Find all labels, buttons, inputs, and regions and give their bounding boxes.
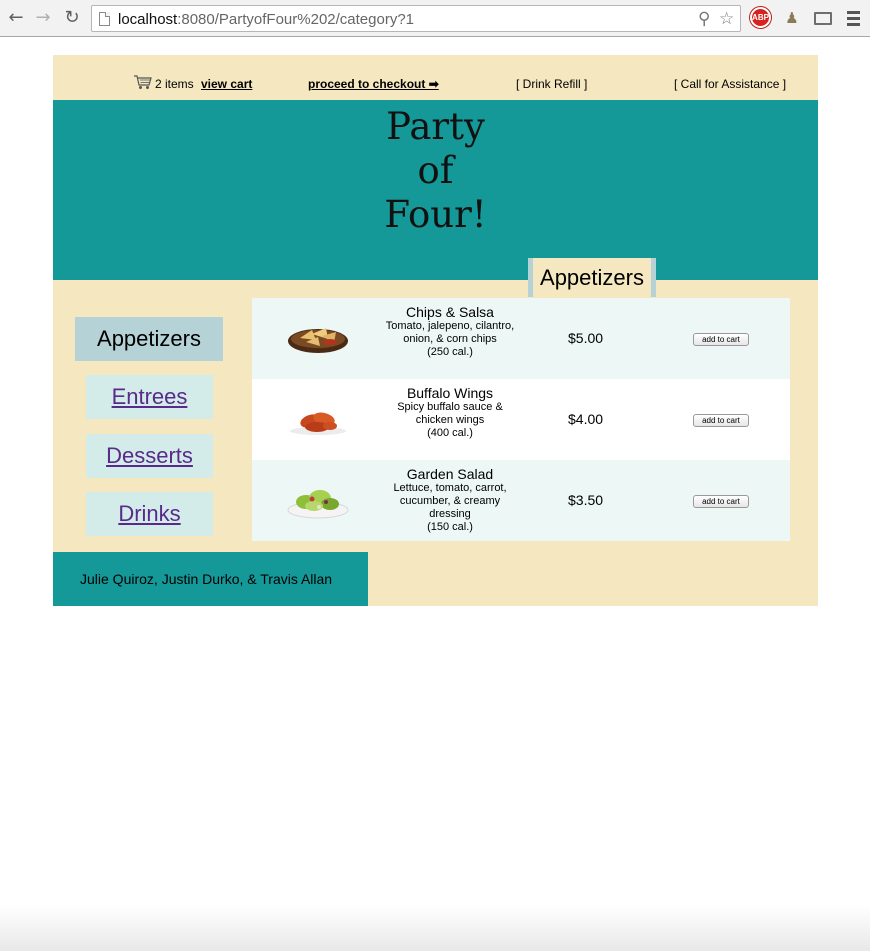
menu-item-calories: (400 cal.)	[427, 427, 473, 439]
menu-item-row: Garden Salad Lettuce, tomato, carrot, cu…	[252, 460, 790, 541]
site-title-line: Four!	[384, 193, 487, 236]
site-title-line: Party	[386, 105, 485, 148]
forward-arrow-icon[interactable]: →	[32, 6, 54, 28]
browser-toolbar: ← → ↻ localhost:8080/PartyofFour%202/cat…	[0, 0, 870, 37]
cast-icon[interactable]	[812, 7, 834, 29]
bookmark-star-icon[interactable]: ☆	[719, 9, 734, 29]
menu-item-calories: (150 cal.)	[427, 521, 473, 533]
menu-item-name: Chips & Salsa	[406, 304, 494, 320]
site-title: Party of Four!	[353, 105, 518, 237]
top-bar: 2 items view cart proceed to checkout ➡ …	[53, 55, 818, 100]
menu-item-description: Garden Salad Lettuce, tomato, carrot, cu…	[385, 466, 515, 534]
menu-item-ingredients: Lettuce, tomato, carrot, cucumber, & cre…	[393, 482, 507, 520]
window-bottom-shadow	[0, 905, 870, 951]
add-to-cart-button[interactable]: add to cart	[693, 414, 749, 427]
menu-item-row: Buffalo Wings Spicy buffalo sauce & chic…	[252, 379, 790, 460]
header-banner: Party of Four!	[53, 100, 818, 280]
menu-item-ingredients: Spicy buffalo sauce & chicken wings	[397, 401, 503, 426]
menu-item-name: Buffalo Wings	[406, 385, 494, 401]
checkout-link[interactable]: proceed to checkout ➡	[308, 77, 439, 91]
menu-item-row: Chips & Salsa Tomato, jalepeno, cilantro…	[252, 298, 790, 379]
category-heading: Appetizers	[533, 258, 651, 297]
chips-salsa-image	[288, 328, 348, 353]
menu-item-name: Garden Salad	[406, 466, 494, 482]
menu-list: Chips & Salsa Tomato, jalepeno, cilantro…	[252, 298, 790, 541]
nav-item-drinks[interactable]: Drinks	[86, 492, 213, 536]
add-to-cart-button[interactable]: add to cart	[693, 333, 749, 346]
reload-icon[interactable]: ↻	[61, 6, 83, 28]
url-text[interactable]: localhost:8080/PartyofFour%202/category?…	[118, 11, 414, 28]
cart-item-count: 2 items	[155, 77, 194, 91]
drink-refill-button[interactable]: [ Drink Refill ]	[516, 77, 587, 91]
category-heading-tab: Appetizers	[528, 258, 656, 297]
nav-item-entrees[interactable]: Entrees	[86, 375, 213, 419]
page-icon	[99, 12, 110, 26]
url-path: :8080/PartyofFour%202/category?1	[177, 11, 415, 28]
buffalo-wings-image	[290, 412, 346, 435]
adblock-extension-icon[interactable]: ABP	[750, 7, 771, 28]
menu-item-price: $5.00	[568, 330, 604, 346]
url-host: localhost	[118, 11, 178, 28]
extension-icon[interactable]: ♟	[782, 7, 802, 29]
nav-item-appetizers[interactable]: Appetizers	[75, 317, 223, 361]
add-to-cart-button[interactable]: add to cart	[693, 495, 749, 508]
nav-item-desserts[interactable]: Desserts	[86, 434, 213, 478]
call-assistance-button[interactable]: [ Call for Assistance ]	[674, 77, 786, 91]
page-container: 2 items view cart proceed to checkout ➡ …	[53, 55, 818, 606]
footer-credits: Julie Quiroz, Justin Durko, & Travis All…	[80, 571, 333, 587]
menu-item-description: Buffalo Wings Spicy buffalo sauce & chic…	[385, 385, 515, 440]
zoom-icon[interactable]: ⚲	[698, 9, 710, 29]
menu-item-price: $4.00	[568, 411, 604, 427]
back-arrow-icon[interactable]: ←	[5, 6, 27, 28]
menu-item-calories: (250 cal.)	[427, 346, 473, 358]
address-bar[interactable]: localhost:8080/PartyofFour%202/category?…	[91, 5, 741, 32]
garden-salad-image	[287, 490, 349, 519]
browser-menu-icon[interactable]	[845, 7, 861, 29]
footer: Julie Quiroz, Justin Durko, & Travis All…	[53, 552, 368, 606]
view-cart-link[interactable]: view cart	[201, 77, 252, 91]
menu-item-ingredients: Tomato, jalepeno, cilantro, onion, & cor…	[385, 320, 515, 345]
menu-item-description: Chips & Salsa Tomato, jalepeno, cilantro…	[385, 304, 515, 359]
site-title-line: of	[417, 149, 454, 192]
cart-icon	[134, 75, 152, 89]
menu-item-price: $3.50	[568, 492, 604, 508]
